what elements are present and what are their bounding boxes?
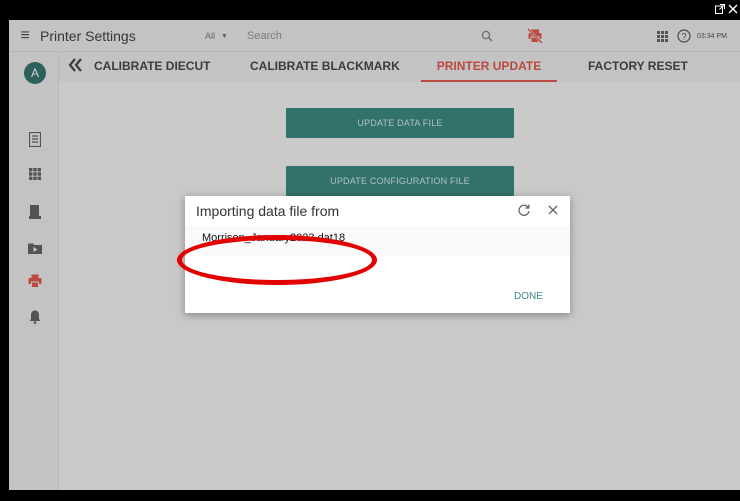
search-icon[interactable] — [479, 20, 495, 52]
help-icon[interactable]: ? — [676, 20, 692, 52]
caret-down-icon: ▼ — [221, 32, 228, 40]
update-data-file-button[interactable]: UPDATE DATA FILE — [286, 108, 514, 138]
app-screen: ≡ Printer Settings All ▼ ? 03:34 PM A — [9, 20, 740, 490]
close-window-icon[interactable] — [727, 3, 738, 14]
dialog-title: Importing data file from — [196, 203, 340, 219]
printer-off-icon[interactable] — [525, 20, 545, 52]
document-icon[interactable] — [26, 130, 44, 148]
close-icon[interactable] — [546, 203, 560, 217]
double-chevron-left-icon[interactable] — [67, 57, 83, 73]
app-title: Printer Settings — [40, 28, 136, 44]
svg-text:?: ? — [681, 31, 686, 41]
sidebar: A — [9, 52, 59, 490]
update-configuration-file-button[interactable]: UPDATE CONFIGURATION FILE — [286, 166, 514, 196]
device-frame: ≡ Printer Settings All ▼ ? 03:34 PM A — [0, 0, 740, 501]
window-controls — [714, 3, 738, 14]
tab-bar: CALIBRATE DIECUT CALIBRATE BLACKMARK PRI… — [59, 52, 740, 82]
popout-icon[interactable] — [714, 3, 725, 14]
top-bar: ≡ Printer Settings All ▼ ? 03:34 PM — [9, 20, 740, 52]
file-list-item[interactable]: Morrison_January2023.dat18 — [202, 232, 345, 244]
import-dialog: Importing data file from Morrison_Januar… — [185, 196, 570, 313]
printer-icon[interactable] — [26, 272, 44, 290]
tab-printer-update[interactable]: PRINTER UPDATE — [421, 52, 557, 82]
apps-grid-icon[interactable] — [655, 20, 669, 52]
grid-icon[interactable] — [26, 165, 44, 183]
device-icon[interactable] — [26, 203, 44, 221]
clock: 03:34 PM — [697, 32, 727, 40]
refresh-icon[interactable] — [517, 203, 531, 217]
avatar[interactable]: A — [24, 62, 46, 84]
file-list: Morrison_January2023.dat18 — [185, 226, 570, 256]
tab-calibrate-blackmark[interactable]: CALIBRATE BLACKMARK — [250, 52, 400, 82]
folder-play-icon[interactable] — [26, 239, 44, 257]
tab-factory-reset[interactable]: FACTORY RESET — [588, 52, 688, 82]
filter-select[interactable]: All ▼ — [205, 20, 228, 52]
filter-value: All — [205, 31, 216, 41]
done-button[interactable]: DONE — [514, 291, 543, 302]
bell-icon[interactable] — [26, 308, 44, 326]
tab-calibrate-diecut[interactable]: CALIBRATE DIECUT — [94, 52, 210, 82]
search-input[interactable] — [247, 27, 467, 45]
menu-icon[interactable]: ≡ — [15, 20, 35, 52]
